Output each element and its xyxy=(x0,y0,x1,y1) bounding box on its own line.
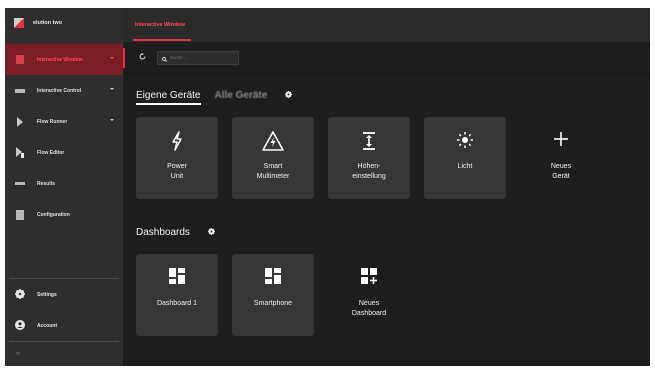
dashboards-header: Dashboards xyxy=(136,221,650,243)
sidebar-item-label: Configuration xyxy=(37,211,70,218)
tab-label: Interactive Window xyxy=(135,22,186,28)
toolbar xyxy=(123,42,650,74)
dashboard-icon xyxy=(169,268,185,290)
gear-icon xyxy=(207,227,215,235)
sidebar-item-label: Interactive Control xyxy=(37,87,82,94)
sidebar-item-configuration[interactable]: Configuration xyxy=(5,199,123,230)
sidebar: elution two Interactive Window Interacti… xyxy=(5,8,123,366)
sidebar-item-label: Results xyxy=(37,180,56,187)
app-window: elution two Interactive Window Interacti… xyxy=(5,8,650,366)
gear-icon xyxy=(285,90,293,98)
flow-edit-icon xyxy=(15,147,25,158)
main-area: Interactive Window Eigene Geräte Alle Ge… xyxy=(123,8,650,366)
height-adjust-icon xyxy=(362,131,376,153)
plus-icon xyxy=(553,131,569,153)
warning-bolt-icon xyxy=(262,131,284,153)
search-icon xyxy=(162,49,168,67)
dashboards-settings-button[interactable] xyxy=(207,227,215,237)
collapse-sidebar-button[interactable]: ‹‹ xyxy=(5,342,123,366)
results-icon xyxy=(15,179,25,189)
device-card-smart-multimeter[interactable]: Smart Multimeter xyxy=(232,117,314,199)
sidebar-item-results[interactable]: Results xyxy=(5,168,123,199)
card-label: Smartphone xyxy=(253,300,293,307)
logo-icon xyxy=(14,18,24,28)
dashboard-cards: Dashboard 1 Smartphone Neues Dashboard xyxy=(136,254,650,336)
sun-icon xyxy=(456,131,474,153)
add-device-button[interactable]: Neues Gerät xyxy=(520,117,602,199)
dashboard-card-dashboard-1[interactable]: Dashboard 1 xyxy=(136,254,218,336)
sidebar-item-settings[interactable]: Settings xyxy=(5,279,123,310)
sidebar-item-label: Settings xyxy=(37,291,57,298)
double-chevron-left-icon: ‹‹ xyxy=(16,351,20,357)
search-box[interactable] xyxy=(157,49,239,67)
device-card-height-adjustment[interactable]: Höhen-einstellung xyxy=(328,117,410,199)
tab-interactive-window[interactable]: Interactive Window xyxy=(132,8,192,42)
device-card-light[interactable]: Licht xyxy=(424,117,506,199)
search-input[interactable] xyxy=(170,55,230,60)
bolt-icon xyxy=(170,131,184,153)
sidebar-item-account[interactable]: Account xyxy=(5,310,123,341)
sidebar-item-label: Account xyxy=(37,322,57,329)
dashboard-add-icon xyxy=(361,268,377,290)
add-dashboard-button[interactable]: Neues Dashboard xyxy=(328,254,410,336)
configuration-icon xyxy=(15,209,25,220)
chevron-down-icon[interactable] xyxy=(110,119,114,121)
sidebar-item-flow-editor[interactable]: Flow Editor xyxy=(5,137,123,168)
dashboard-icon xyxy=(265,268,281,290)
window-icon xyxy=(15,55,25,65)
tab-bar: Interactive Window xyxy=(123,8,650,42)
card-label: Power Unit xyxy=(167,163,187,180)
chevron-down-icon[interactable] xyxy=(110,88,114,90)
content: Eigene Geräte Alle Geräte Power Unit Sma… xyxy=(123,74,650,366)
card-label: Smart Multimeter xyxy=(256,163,290,180)
card-label: Dashboard 1 xyxy=(156,300,198,307)
sidebar-item-interactive-control[interactable]: Interactive Control xyxy=(5,75,123,106)
dashboard-card-smartphone[interactable]: Smartphone xyxy=(232,254,314,336)
sidebar-item-label: Interactive Window xyxy=(37,56,83,63)
gear-icon xyxy=(15,288,25,301)
brand-name: elution two xyxy=(33,20,63,26)
device-card-power-unit[interactable]: Power Unit xyxy=(136,117,218,199)
sidebar-item-label: Flow Editor xyxy=(37,149,65,156)
devices-settings-button[interactable] xyxy=(285,90,293,100)
card-label: Neues Dashboard xyxy=(351,300,387,317)
sliders-icon xyxy=(15,86,25,96)
card-label: Licht xyxy=(457,163,473,170)
tab-own-devices[interactable]: Eigene Geräte xyxy=(136,90,201,105)
account-icon xyxy=(15,319,25,332)
sidebar-item-interactive-window[interactable]: Interactive Window xyxy=(5,44,123,75)
brand[interactable]: elution two xyxy=(5,8,123,38)
tab-all-devices[interactable]: Alle Geräte xyxy=(215,90,268,101)
sidebar-item-flow-runner[interactable]: Flow Runner xyxy=(5,106,123,137)
chevron-down-icon[interactable] xyxy=(110,57,114,59)
card-label: Neues Gerät xyxy=(550,163,572,180)
device-cards: Power Unit Smart Multimeter Höhen- einst… xyxy=(136,117,650,199)
sidebar-item-label: Flow Runner xyxy=(37,118,68,125)
refresh-icon[interactable] xyxy=(137,53,147,62)
devices-header: Eigene Geräte Alle Geräte xyxy=(136,84,650,106)
card-label: Höhen-einstellung xyxy=(352,163,386,180)
play-flow-icon xyxy=(15,116,25,127)
dashboards-title: Dashboards xyxy=(136,226,190,238)
